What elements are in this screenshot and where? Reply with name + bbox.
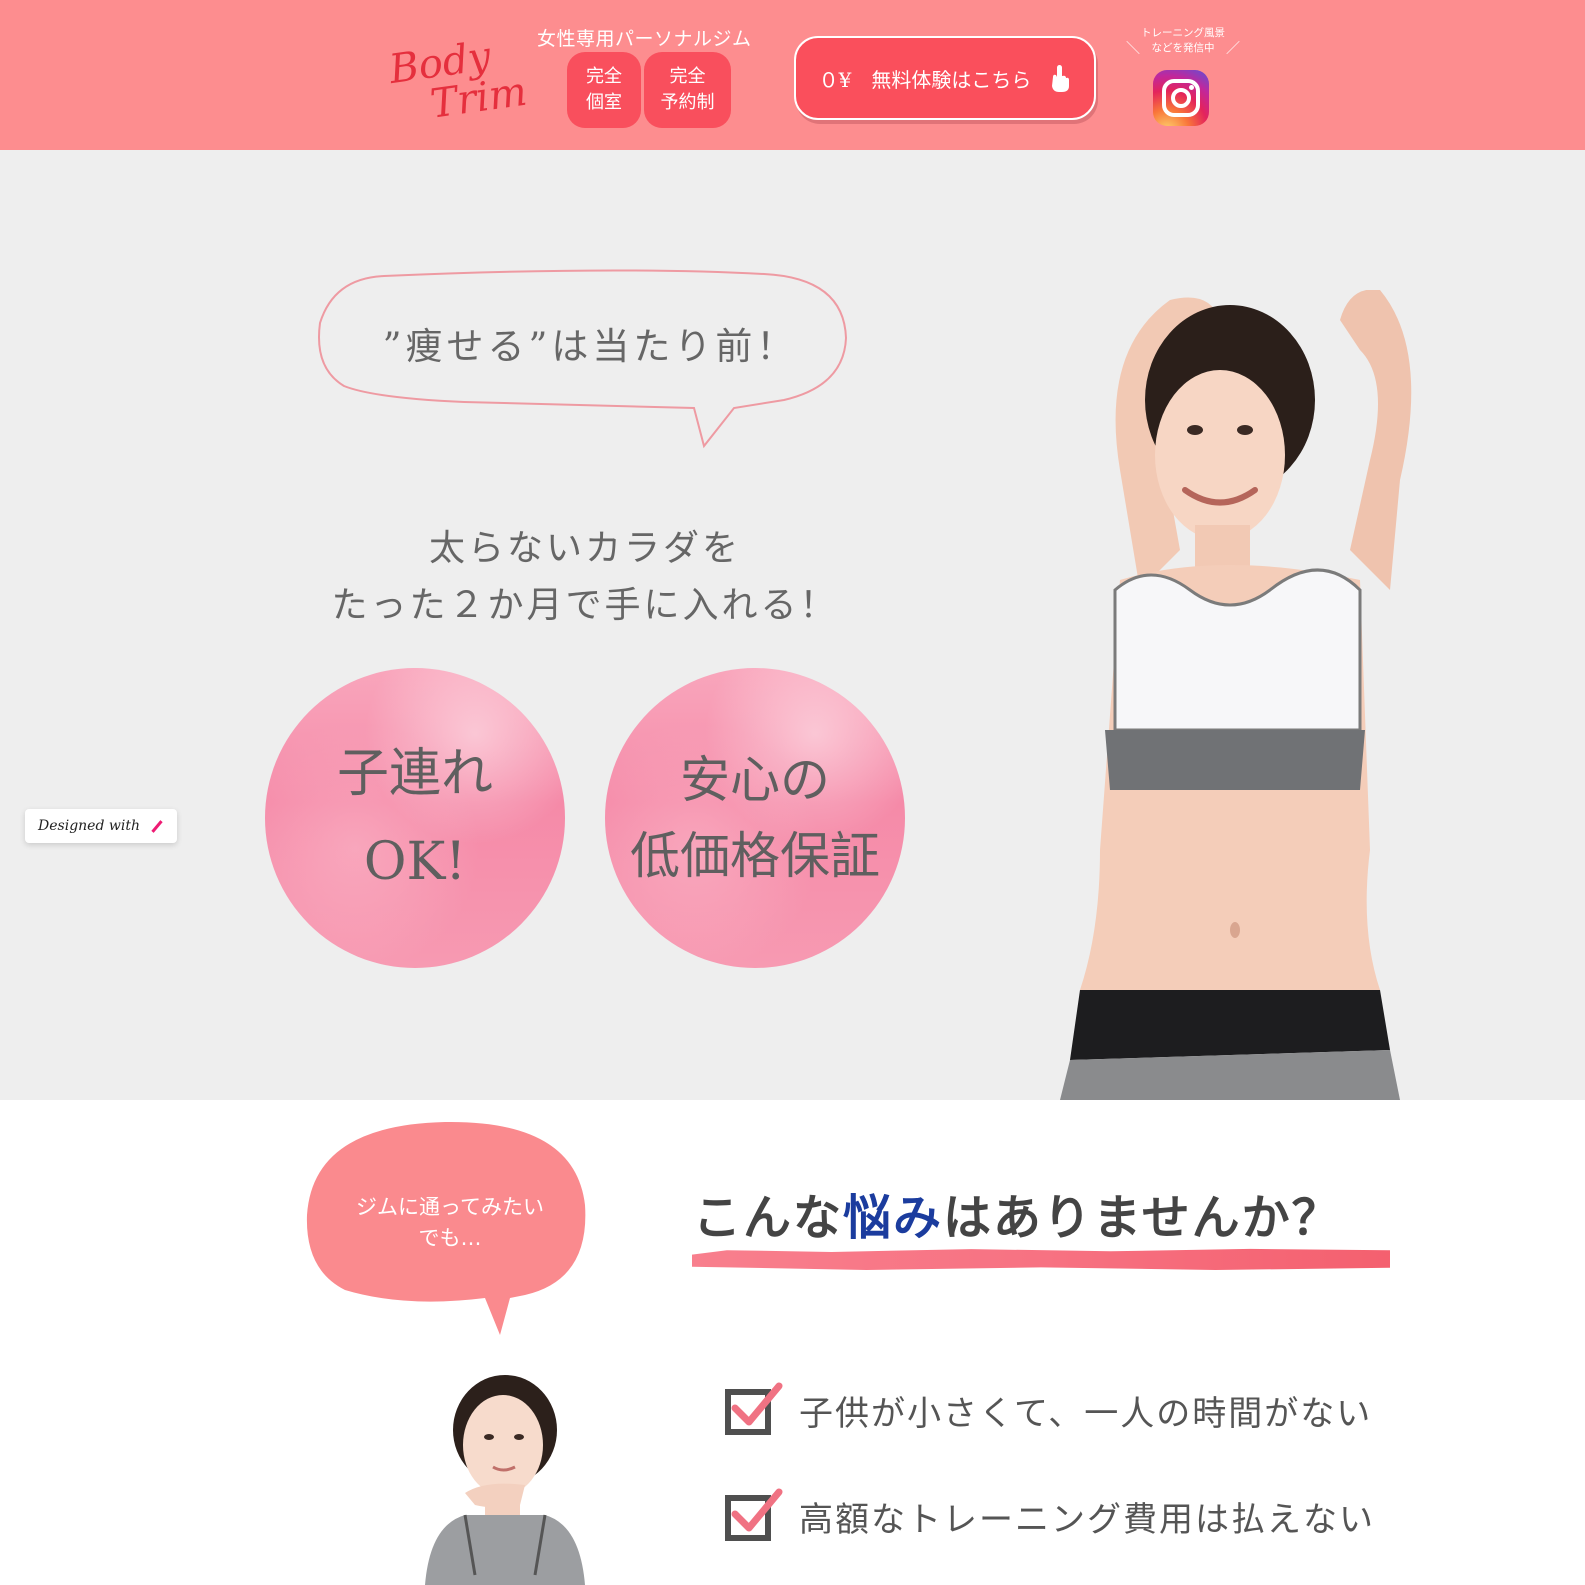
low-price-badge: 安心の 低価格保証 <box>605 668 905 968</box>
instagram-caption: トレーニング風景 などを発信中 ＼ ／ <box>1126 26 1240 57</box>
kids-ok-line1: 子連れ <box>336 744 493 804</box>
troubles-heading-accent: 悩み <box>843 1190 944 1246</box>
site-header: Body Trim 女性専用パーソナルジム 完全 個室 完全 予約制 ０¥ 無料… <box>0 0 1585 150</box>
hero-woman-image <box>1060 290 1412 1100</box>
hand-pointer-icon <box>1052 65 1070 92</box>
worry-item-text: 高額なトレーニング費用は払えない <box>799 1499 1375 1540</box>
instagram-icon[interactable] <box>1153 70 1209 126</box>
heading-brush-underline <box>692 1248 1390 1270</box>
free-trial-label: ０¥ 無料体験はこちら <box>818 67 1032 92</box>
brand-logo[interactable]: Body Trim <box>385 21 529 143</box>
brand-slash-icon <box>151 819 163 833</box>
caption-deco-left: ＼ <box>1126 41 1140 57</box>
hero-lead-line1: 太らないカラダを <box>428 528 741 569</box>
designed-with-badge[interactable]: Designed with <box>25 809 177 843</box>
troubles-heading-pre: こんな <box>693 1190 844 1246</box>
worry-item: 子供が小さくて、一人の時間がない <box>725 1382 1372 1438</box>
designed-with-label: Designed with <box>38 818 140 834</box>
checkbox-checked-icon <box>725 1382 783 1435</box>
worry-item-text: 子供が小さくて、一人の時間がない <box>799 1393 1373 1434</box>
worry-item: 高額なトレーニング費用は払えない <box>725 1488 1375 1544</box>
speech-bubble-text: ジムに通ってみたい でも… <box>356 1195 544 1250</box>
low-price-line2: 低価格保証 <box>630 827 880 885</box>
instagram-caption-line1: トレーニング風景 <box>1141 27 1225 39</box>
kids-ok-badge: 子連れ OK! <box>265 668 565 968</box>
hero-lead: 太らないカラダを たった２か月で手に入れる！ <box>250 520 920 634</box>
kids-ok-line2: OK! <box>363 832 467 892</box>
caption-deco-right: ／ <box>1226 41 1240 57</box>
hero-quote: ”痩せる”は当たり前！ <box>382 325 798 368</box>
checkbox-checked-icon <box>725 1488 783 1541</box>
hero-section: ”痩せる”は当たり前！ 太らないカラダを たった２か月で手に入れる！ 子連れ O… <box>0 150 1585 1100</box>
hero-lead-line2: たった２か月で手に入れる！ <box>331 585 839 626</box>
gym-tagline: 女性専用パーソナルジム <box>537 28 752 50</box>
troubles-heading: こんな悩みはありませんか？ <box>693 1178 1342 1248</box>
private-room-badge: 完全 個室 <box>567 52 641 128</box>
instagram-caption-line2: などを発信中 <box>1151 42 1215 54</box>
low-price-line1: 安心の <box>680 751 830 809</box>
reservation-only-badge: 完全 予約制 <box>644 52 731 128</box>
instagram-glyph <box>1162 79 1200 117</box>
troubles-heading-post: はありませんか？ <box>943 1190 1342 1246</box>
thinking-woman-image <box>425 1375 585 1585</box>
free-trial-button[interactable]: ０¥ 無料体験はこちら <box>794 36 1096 120</box>
